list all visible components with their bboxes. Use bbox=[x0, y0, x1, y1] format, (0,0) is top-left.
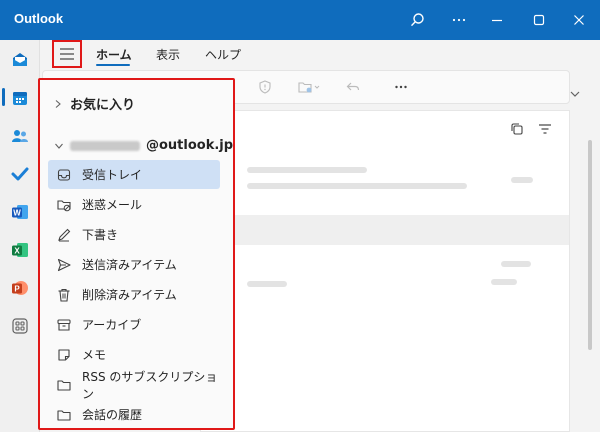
app-title: Outlook bbox=[14, 11, 64, 26]
account-domain: @outlook.jp bbox=[146, 138, 234, 153]
drafts-icon bbox=[58, 228, 71, 241]
folder-deleted[interactable]: 削除済みアイテム bbox=[48, 280, 220, 309]
excel-icon[interactable]: X bbox=[8, 238, 32, 262]
people-icon[interactable] bbox=[8, 124, 32, 148]
folder-label: メモ bbox=[82, 348, 107, 362]
ribbon-expand-chevron-icon[interactable] bbox=[568, 86, 582, 100]
folder-archive[interactable]: アーカイブ bbox=[48, 310, 220, 339]
folder-rss[interactable]: RSS のサブスクリプション bbox=[48, 369, 220, 401]
minimize-icon[interactable] bbox=[484, 8, 510, 32]
navigation-pane-toggle-button[interactable] bbox=[52, 40, 82, 68]
maximize-icon[interactable] bbox=[526, 8, 552, 32]
folder-label: RSS のサブスクリプション bbox=[82, 369, 218, 401]
mail-icon[interactable] bbox=[8, 48, 32, 72]
folder-label: アーカイブ bbox=[82, 318, 142, 332]
account-header[interactable]: @outlook.jp bbox=[54, 138, 233, 153]
folder-label: 受信トレイ bbox=[82, 168, 143, 182]
folder-label: 送信済みアイテム bbox=[82, 258, 177, 272]
hamburger-icon bbox=[60, 48, 74, 60]
favorites-label: お気に入り bbox=[70, 98, 136, 113]
search-icon[interactable] bbox=[404, 8, 430, 32]
sent-icon bbox=[57, 258, 71, 271]
title-bar: Outlook bbox=[0, 0, 600, 40]
folder-drafts[interactable]: 下書き bbox=[48, 220, 220, 249]
tab-home-underline bbox=[96, 64, 130, 66]
folder-icon bbox=[57, 379, 71, 391]
redacted-account-name bbox=[70, 140, 140, 151]
folder-label: 迷惑メール bbox=[82, 198, 143, 212]
folder-label: 下書き bbox=[82, 228, 119, 242]
tab-home[interactable]: ホーム bbox=[96, 46, 132, 63]
list-item[interactable] bbox=[247, 281, 287, 287]
tab-view[interactable]: 表示 bbox=[156, 46, 180, 63]
scrollbar[interactable] bbox=[588, 140, 592, 350]
folder-junk[interactable]: 迷惑メール bbox=[48, 190, 220, 219]
shield-icon[interactable] bbox=[257, 79, 273, 99]
notes-icon bbox=[58, 348, 70, 361]
calendar-icon[interactable] bbox=[8, 86, 32, 110]
favorites-header[interactable]: お気に入り bbox=[54, 94, 135, 113]
todo-icon[interactable] bbox=[8, 162, 32, 186]
list-group-header bbox=[201, 215, 569, 245]
ribbon-more-icon[interactable] bbox=[393, 79, 409, 99]
copy-icon[interactable] bbox=[509, 121, 525, 141]
chevron-right-icon bbox=[55, 99, 61, 108]
more-apps-icon[interactable] bbox=[8, 314, 32, 338]
rail-active-indicator bbox=[2, 88, 5, 106]
list-item[interactable] bbox=[247, 167, 367, 173]
svg-text:W: W bbox=[13, 209, 21, 218]
word-icon[interactable]: W bbox=[8, 200, 32, 224]
folder-inbox[interactable]: 受信トレイ bbox=[48, 160, 220, 189]
trash-icon bbox=[58, 288, 70, 302]
close-icon[interactable] bbox=[566, 8, 592, 32]
powerpoint-icon[interactable]: P bbox=[8, 276, 32, 300]
filter-icon[interactable] bbox=[537, 121, 553, 141]
folder-icon bbox=[57, 409, 71, 421]
svg-text:X: X bbox=[14, 247, 20, 256]
chevron-down-icon bbox=[55, 143, 63, 149]
message-list bbox=[200, 110, 570, 432]
tab-help[interactable]: ヘルプ bbox=[205, 46, 241, 63]
move-folder-icon[interactable] bbox=[297, 79, 321, 99]
folder-sent[interactable]: 送信済みアイテム bbox=[48, 250, 220, 279]
folder-label: 削除済みアイテム bbox=[82, 288, 177, 302]
folder-label: 会話の履歴 bbox=[82, 408, 143, 422]
archive-icon bbox=[57, 318, 71, 331]
folder-pane: お気に入り @outlook.jp 受信トレイ 迷惑メール 下書き 送信済みアイ… bbox=[38, 78, 235, 430]
more-options-icon[interactable] bbox=[446, 8, 472, 32]
folder-conversation-history[interactable]: 会話の履歴 bbox=[48, 400, 220, 429]
inbox-icon bbox=[57, 168, 71, 181]
app-rail: W X P bbox=[0, 40, 40, 432]
undo-icon[interactable] bbox=[345, 79, 361, 99]
junk-icon bbox=[57, 199, 71, 211]
folder-notes[interactable]: メモ bbox=[48, 340, 220, 369]
svg-text:P: P bbox=[14, 285, 20, 294]
